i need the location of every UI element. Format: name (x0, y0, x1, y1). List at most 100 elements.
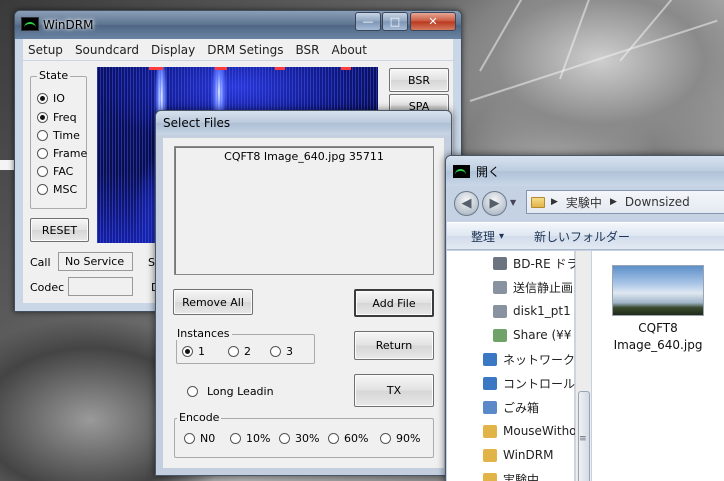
close-button[interactable]: ✕ (410, 12, 456, 31)
file-listbox[interactable]: CQFT8 Image_640.jpg 35711 (174, 146, 434, 275)
nav-item-label: disk1_pt1 (513, 304, 571, 318)
drive-icon (493, 256, 507, 270)
radio-indicator[interactable] (37, 166, 48, 177)
image-thumbnail[interactable] (612, 265, 704, 316)
radio-indicator[interactable] (37, 148, 48, 159)
encode-groupbox: Encode N0 10% 30% 60% 90% (174, 411, 434, 458)
encode-radio-n0[interactable]: N0 (184, 432, 215, 445)
nav-item[interactable]: ネットワーク (483, 348, 575, 370)
windrm-app-icon (21, 17, 39, 31)
radio-label: 2 (244, 345, 251, 358)
nav-item-label: 実験中 (503, 472, 540, 481)
menu-drm-settings[interactable]: DRM Setings (202, 43, 290, 57)
add-file-button[interactable]: Add File (354, 289, 434, 317)
tx-button[interactable]: TX (354, 374, 434, 407)
radio-label: MSC (53, 183, 78, 196)
radio-indicator[interactable] (182, 346, 193, 357)
command-toolbar: 整理 ▾ 新しいフォルダー (447, 222, 724, 250)
radio-indicator[interactable] (279, 433, 290, 444)
state-radio-frame[interactable]: Frame (37, 147, 87, 160)
nav-item-label: MouseWitho (503, 424, 577, 438)
radio-indicator[interactable] (184, 433, 195, 444)
address-bar[interactable]: ▶ 実験中 ▶ Downsized (526, 190, 724, 214)
state-radio-fac[interactable]: FAC (37, 165, 73, 178)
radio-label: 3 (286, 345, 293, 358)
return-button[interactable]: Return (354, 331, 434, 360)
menu-soundcard[interactable]: Soundcard (70, 43, 146, 57)
encode-radio-30[interactable]: 30% (279, 432, 319, 445)
state-radio-msc[interactable]: MSC (37, 183, 77, 196)
radio-indicator[interactable] (380, 433, 391, 444)
nav-item[interactable]: MouseWitho (483, 420, 577, 442)
nav-item[interactable]: 送信静止画 (493, 276, 573, 298)
reset-button[interactable]: RESET (30, 218, 89, 242)
breadcrumb-item-downsized[interactable]: Downsized (625, 195, 690, 209)
windrm-menubar: Setup Soundcard Display DRM Setings BSR … (23, 39, 453, 60)
nav-item[interactable]: 実験中 (483, 468, 539, 481)
radio-indicator[interactable] (328, 433, 339, 444)
radio-indicator[interactable] (228, 346, 239, 357)
network-drive-disconnected-icon (493, 304, 507, 318)
open-dialog-titlebar[interactable]: 開く (446, 156, 724, 186)
select-files-titlebar[interactable]: Select Files (156, 111, 451, 135)
encode-radio-90[interactable]: 90% (380, 432, 420, 445)
long-leadin-radio[interactable]: Long Leadin (187, 385, 274, 398)
call-label: Call (30, 256, 51, 269)
radio-indicator[interactable] (37, 112, 48, 123)
nav-item[interactable]: WinDRM (483, 444, 553, 466)
instances-groupbox: Instances 1 2 3 (175, 327, 315, 364)
organize-button[interactable]: 整理 ▾ (471, 228, 504, 245)
file-caption[interactable]: CQFT8 Image_640.jpg (602, 320, 714, 354)
radio-indicator[interactable] (37, 93, 48, 104)
minimize-button[interactable]: — (355, 12, 381, 31)
back-arrow-icon[interactable]: ◀ (454, 191, 479, 216)
network-icon (483, 352, 497, 366)
nav-item[interactable]: BD-RE ドラ (493, 252, 579, 274)
leaf-vein (619, 0, 679, 62)
open-file-dialog: 開く ◀ ▶ ▼ ▶ 実験中 ▶ Downsized 整理 ▾ 新しいフォルダー… (445, 155, 724, 481)
breadcrumb-separator-icon[interactable]: ▶ (610, 197, 617, 207)
remove-all-button[interactable]: Remove All (173, 289, 253, 315)
menu-about[interactable]: About (327, 43, 374, 57)
instances-radio-2[interactable]: 2 (228, 345, 251, 358)
state-radio-freq[interactable]: Freq (37, 111, 77, 124)
radio-indicator[interactable] (37, 184, 48, 195)
leaf-vein (479, 0, 541, 72)
folder-icon (483, 424, 497, 438)
windrm-titlebar[interactable]: WinDRM — □ ✕ (15, 11, 461, 39)
forward-arrow-icon[interactable]: ▶ (482, 191, 507, 216)
app-icon (453, 165, 470, 178)
menu-bsr[interactable]: BSR (291, 43, 327, 57)
radio-indicator[interactable] (270, 346, 281, 357)
instances-radio-3[interactable]: 3 (270, 345, 293, 358)
state-radio-time[interactable]: Time (37, 129, 80, 142)
folder-icon (531, 196, 545, 208)
radio-label: Frame (53, 147, 88, 160)
history-dropdown-icon[interactable]: ▼ (510, 198, 516, 207)
nav-item[interactable]: コントロール (483, 372, 575, 394)
codec-field (68, 277, 133, 296)
radio-indicator[interactable] (37, 130, 48, 141)
new-folder-button[interactable]: 新しいフォルダー (534, 228, 630, 245)
encode-radio-60[interactable]: 60% (328, 432, 368, 445)
nav-item[interactable]: disk1_pt1 (493, 300, 571, 322)
encode-radio-10[interactable]: 10% (230, 432, 270, 445)
radio-label: 90% (396, 432, 421, 445)
network-drive-disconnected-icon (493, 280, 507, 294)
breadcrumb-separator-icon[interactable]: ▶ (551, 197, 558, 207)
menu-display[interactable]: Display (146, 43, 202, 57)
navigation-scrollbar[interactable]: ≡ (575, 251, 591, 481)
state-radio-io[interactable]: IO (37, 92, 65, 105)
instances-radio-1[interactable]: 1 (182, 345, 205, 358)
maximize-button[interactable]: □ (382, 12, 408, 31)
state-groupbox: State IO Freq Time Frame FAC MSC (30, 69, 87, 209)
radio-indicator[interactable] (230, 433, 241, 444)
nav-item[interactable]: ごみ箱 (483, 396, 539, 418)
bsr-button[interactable]: BSR (389, 68, 449, 92)
menu-setup[interactable]: Setup (23, 43, 70, 57)
radio-indicator[interactable] (187, 386, 198, 397)
breadcrumb-item-jikkenchu[interactable]: 実験中 (566, 194, 602, 211)
control-panel-icon (483, 376, 497, 390)
nav-item[interactable]: Share (¥¥ (493, 324, 571, 346)
file-list-item[interactable]: CQFT8 Image_640.jpg 35711 (175, 150, 433, 163)
